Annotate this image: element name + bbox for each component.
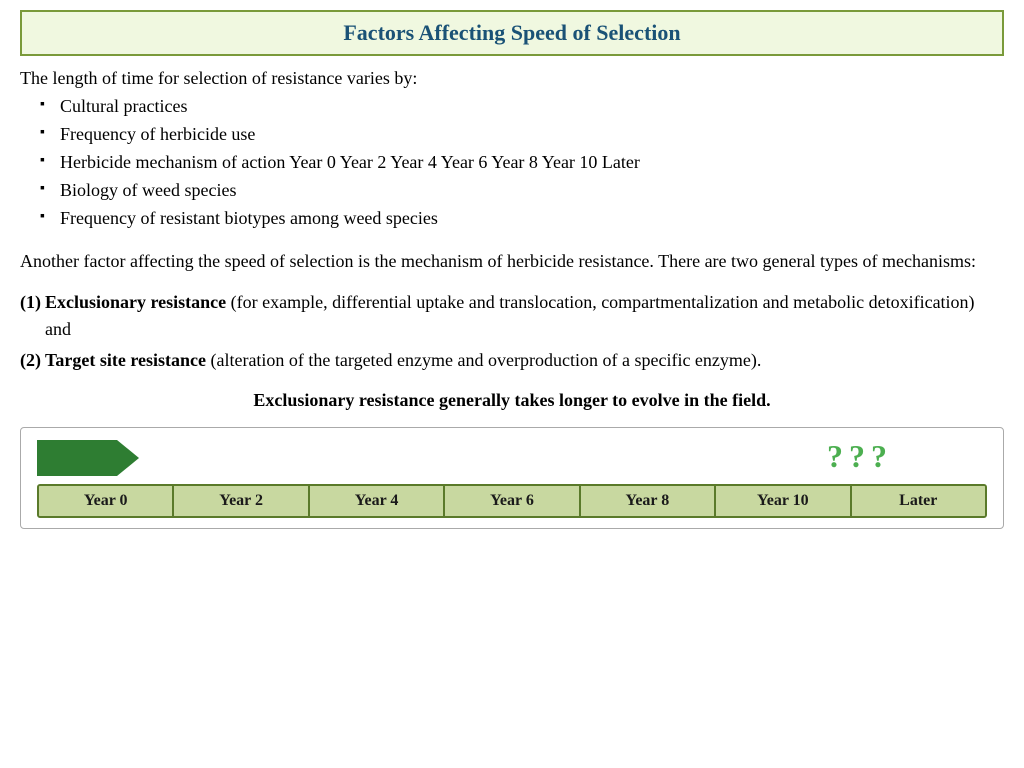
timeline-cell-2: Year 4 — [310, 486, 445, 516]
list-item: Biology of weed species — [40, 177, 1004, 205]
item2-rest: (alteration of the targeted enzyme and o… — [206, 350, 761, 370]
list-item: Frequency of herbicide use — [40, 121, 1004, 149]
page-title: Factors Affecting Speed of Selection — [343, 20, 680, 45]
bullet-list: Cultural practices Frequency of herbicid… — [40, 93, 1004, 232]
intro-text: The length of time for selection of resi… — [20, 68, 1004, 89]
list-item: Frequency of resistant biotypes among we… — [40, 205, 1004, 233]
title-box: Factors Affecting Speed of Selection — [20, 10, 1004, 56]
timeline-arrow-row: ? ? ? — [37, 440, 987, 476]
list-item: Cultural practices — [40, 93, 1004, 121]
q-mark-3: ? — [871, 440, 887, 472]
item2: (2) Target site resistance (alteration o… — [20, 347, 1004, 374]
highlight-line: Exclusionary resistance generally takes … — [20, 390, 1004, 411]
timeline-cell-3: Year 6 — [445, 486, 580, 516]
arrow-shape — [37, 440, 117, 476]
timeline-cell-6: Later — [852, 486, 985, 516]
timeline-section: ? ? ? Year 0 Year 2 Year 4 Year 6 Year 8… — [20, 427, 1004, 529]
timeline-cell-5: Year 10 — [716, 486, 851, 516]
numbered-items: (1) Exclusionary resistance (for example… — [20, 289, 1004, 378]
q-mark-2: ? — [849, 440, 865, 472]
timeline-bar: Year 0 Year 2 Year 4 Year 6 Year 8 Year … — [37, 484, 987, 518]
timeline-cell-1: Year 2 — [174, 486, 309, 516]
arrow-container — [37, 440, 117, 476]
timeline-cell-4: Year 8 — [581, 486, 716, 516]
item2-num: (2) — [20, 347, 41, 374]
item1-num: (1) — [20, 289, 41, 343]
question-marks-container: ? ? ? — [827, 440, 887, 472]
q-mark-1: ? — [827, 440, 843, 472]
item1: (1) Exclusionary resistance (for example… — [20, 289, 1004, 343]
list-item: Herbicide mechanism of action Year 0 Yea… — [40, 149, 1004, 177]
page: Factors Affecting Speed of Selection The… — [0, 0, 1024, 768]
item1-bold: Exclusionary resistance — [45, 292, 226, 312]
item2-bold: Target site resistance — [45, 350, 206, 370]
paragraph1: Another factor affecting the speed of se… — [20, 248, 1004, 275]
timeline-cell-0: Year 0 — [39, 486, 174, 516]
